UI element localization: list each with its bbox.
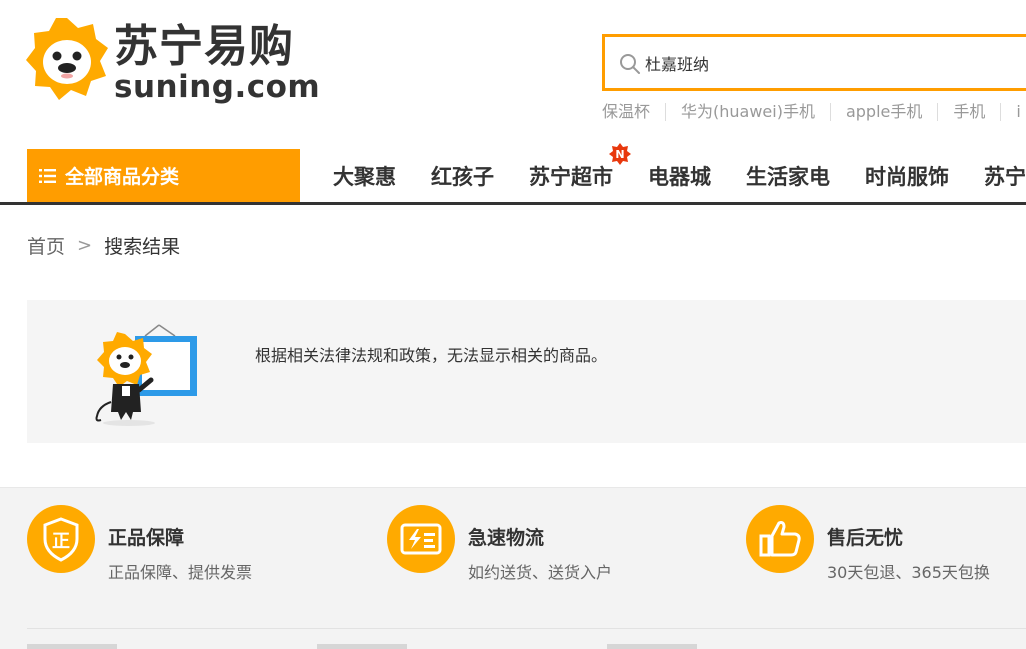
search-box[interactable] (602, 34, 1026, 91)
new-badge-text: N (615, 148, 624, 161)
no-results-notice: 根据相关法律法规和政策，无法显示相关的商品。 (27, 300, 1026, 443)
logo-en-text: suning.com (114, 69, 321, 105)
service-desc: 30天包退、365天包换 (827, 563, 990, 582)
no-results-message: 根据相关法律法规和政策，无法显示相关的商品。 (255, 346, 608, 365)
nav-item-suning[interactable]: 苏宁 (984, 161, 1026, 191)
breadcrumb-home-link[interactable]: 首页 (27, 232, 65, 259)
service-after-sales: 售后无忧 30天包退、365天包换 (746, 505, 1026, 582)
footer-links-cutoff (27, 644, 1026, 649)
logo-cn-text: 苏宁易购 (114, 21, 294, 72)
all-categories-label: 全部商品分类 (65, 166, 180, 188)
lion-logo-icon (26, 18, 108, 100)
search-icon (620, 54, 640, 74)
section-divider (27, 628, 1026, 629)
hot-word-link[interactable]: apple手机 (829, 103, 937, 121)
nav-items: 大聚惠 红孩子 苏宁超市 N 电器城 生活家电 时尚服饰 苏宁 (333, 142, 1026, 202)
service-fast-logistics: 急速物流 如约送货、送货入户 (387, 505, 717, 582)
breadcrumb-current: 搜索结果 (104, 236, 181, 258)
nav-item-shishangfushi[interactable]: 时尚服饰 (865, 161, 949, 191)
breadcrumb-separator: > (77, 235, 93, 256)
lion-mascot-icon (95, 324, 197, 426)
thumbs-up-icon (746, 505, 814, 573)
list-icon (39, 168, 56, 183)
service-guarantee-bar: 正 正品保障 正品保障、提供发票 急速物流 如约送货、送货入户 售后无忧 30天… (0, 487, 1026, 649)
suning-logo[interactable]: 苏宁易购 suning.com (26, 18, 320, 106)
hot-word-link[interactable]: 保温杯 (602, 103, 665, 121)
footer-link-placeholder (607, 644, 697, 649)
nav-item-dianqicheng[interactable]: 电器城 (648, 161, 711, 191)
hot-word-link[interactable]: 手机 (937, 103, 1000, 121)
nav-item-suning-supermarket[interactable]: 苏宁超市 N (529, 142, 631, 191)
bolt-box-icon (387, 505, 455, 573)
hot-word-link[interactable]: i (1000, 103, 1026, 121)
footer-link-placeholder (27, 644, 117, 649)
service-title: 售后无忧 (827, 527, 904, 549)
service-desc: 正品保障、提供发票 (108, 563, 253, 582)
nav-item-dajuhui[interactable]: 大聚惠 (333, 161, 396, 191)
nav-item-label: 苏宁超市 (529, 164, 613, 189)
all-categories-button[interactable]: 全部商品分类 (27, 149, 300, 202)
service-title: 正品保障 (108, 527, 185, 549)
shield-icon: 正 (27, 505, 95, 573)
footer-link-placeholder (317, 644, 407, 649)
nav-item-shenghuojiadian[interactable]: 生活家电 (746, 161, 830, 191)
breadcrumb: 首页 > 搜索结果 (27, 232, 180, 259)
page: 苏宁易购 suning.com 保温杯 华为(huawei)手机 apple手机… (0, 0, 1026, 649)
hot-word-link[interactable]: 华为(huawei)手机 (665, 103, 830, 121)
service-desc: 如约送货、送货入户 (468, 563, 613, 582)
new-badge-icon: N (609, 142, 631, 165)
service-genuine: 正 正品保障 正品保障、提供发票 (27, 505, 357, 582)
search-input[interactable] (645, 46, 1005, 80)
shield-icon-text: 正 (52, 531, 70, 552)
service-title: 急速物流 (468, 527, 545, 549)
main-nav: 全部商品分类 大聚惠 红孩子 苏宁超市 N 电器城 生活家电 时尚服饰 苏宁 (0, 142, 1026, 205)
hot-words: 保温杯 华为(huawei)手机 apple手机 手机 i (602, 101, 1026, 123)
nav-item-honghaizi[interactable]: 红孩子 (431, 161, 494, 191)
